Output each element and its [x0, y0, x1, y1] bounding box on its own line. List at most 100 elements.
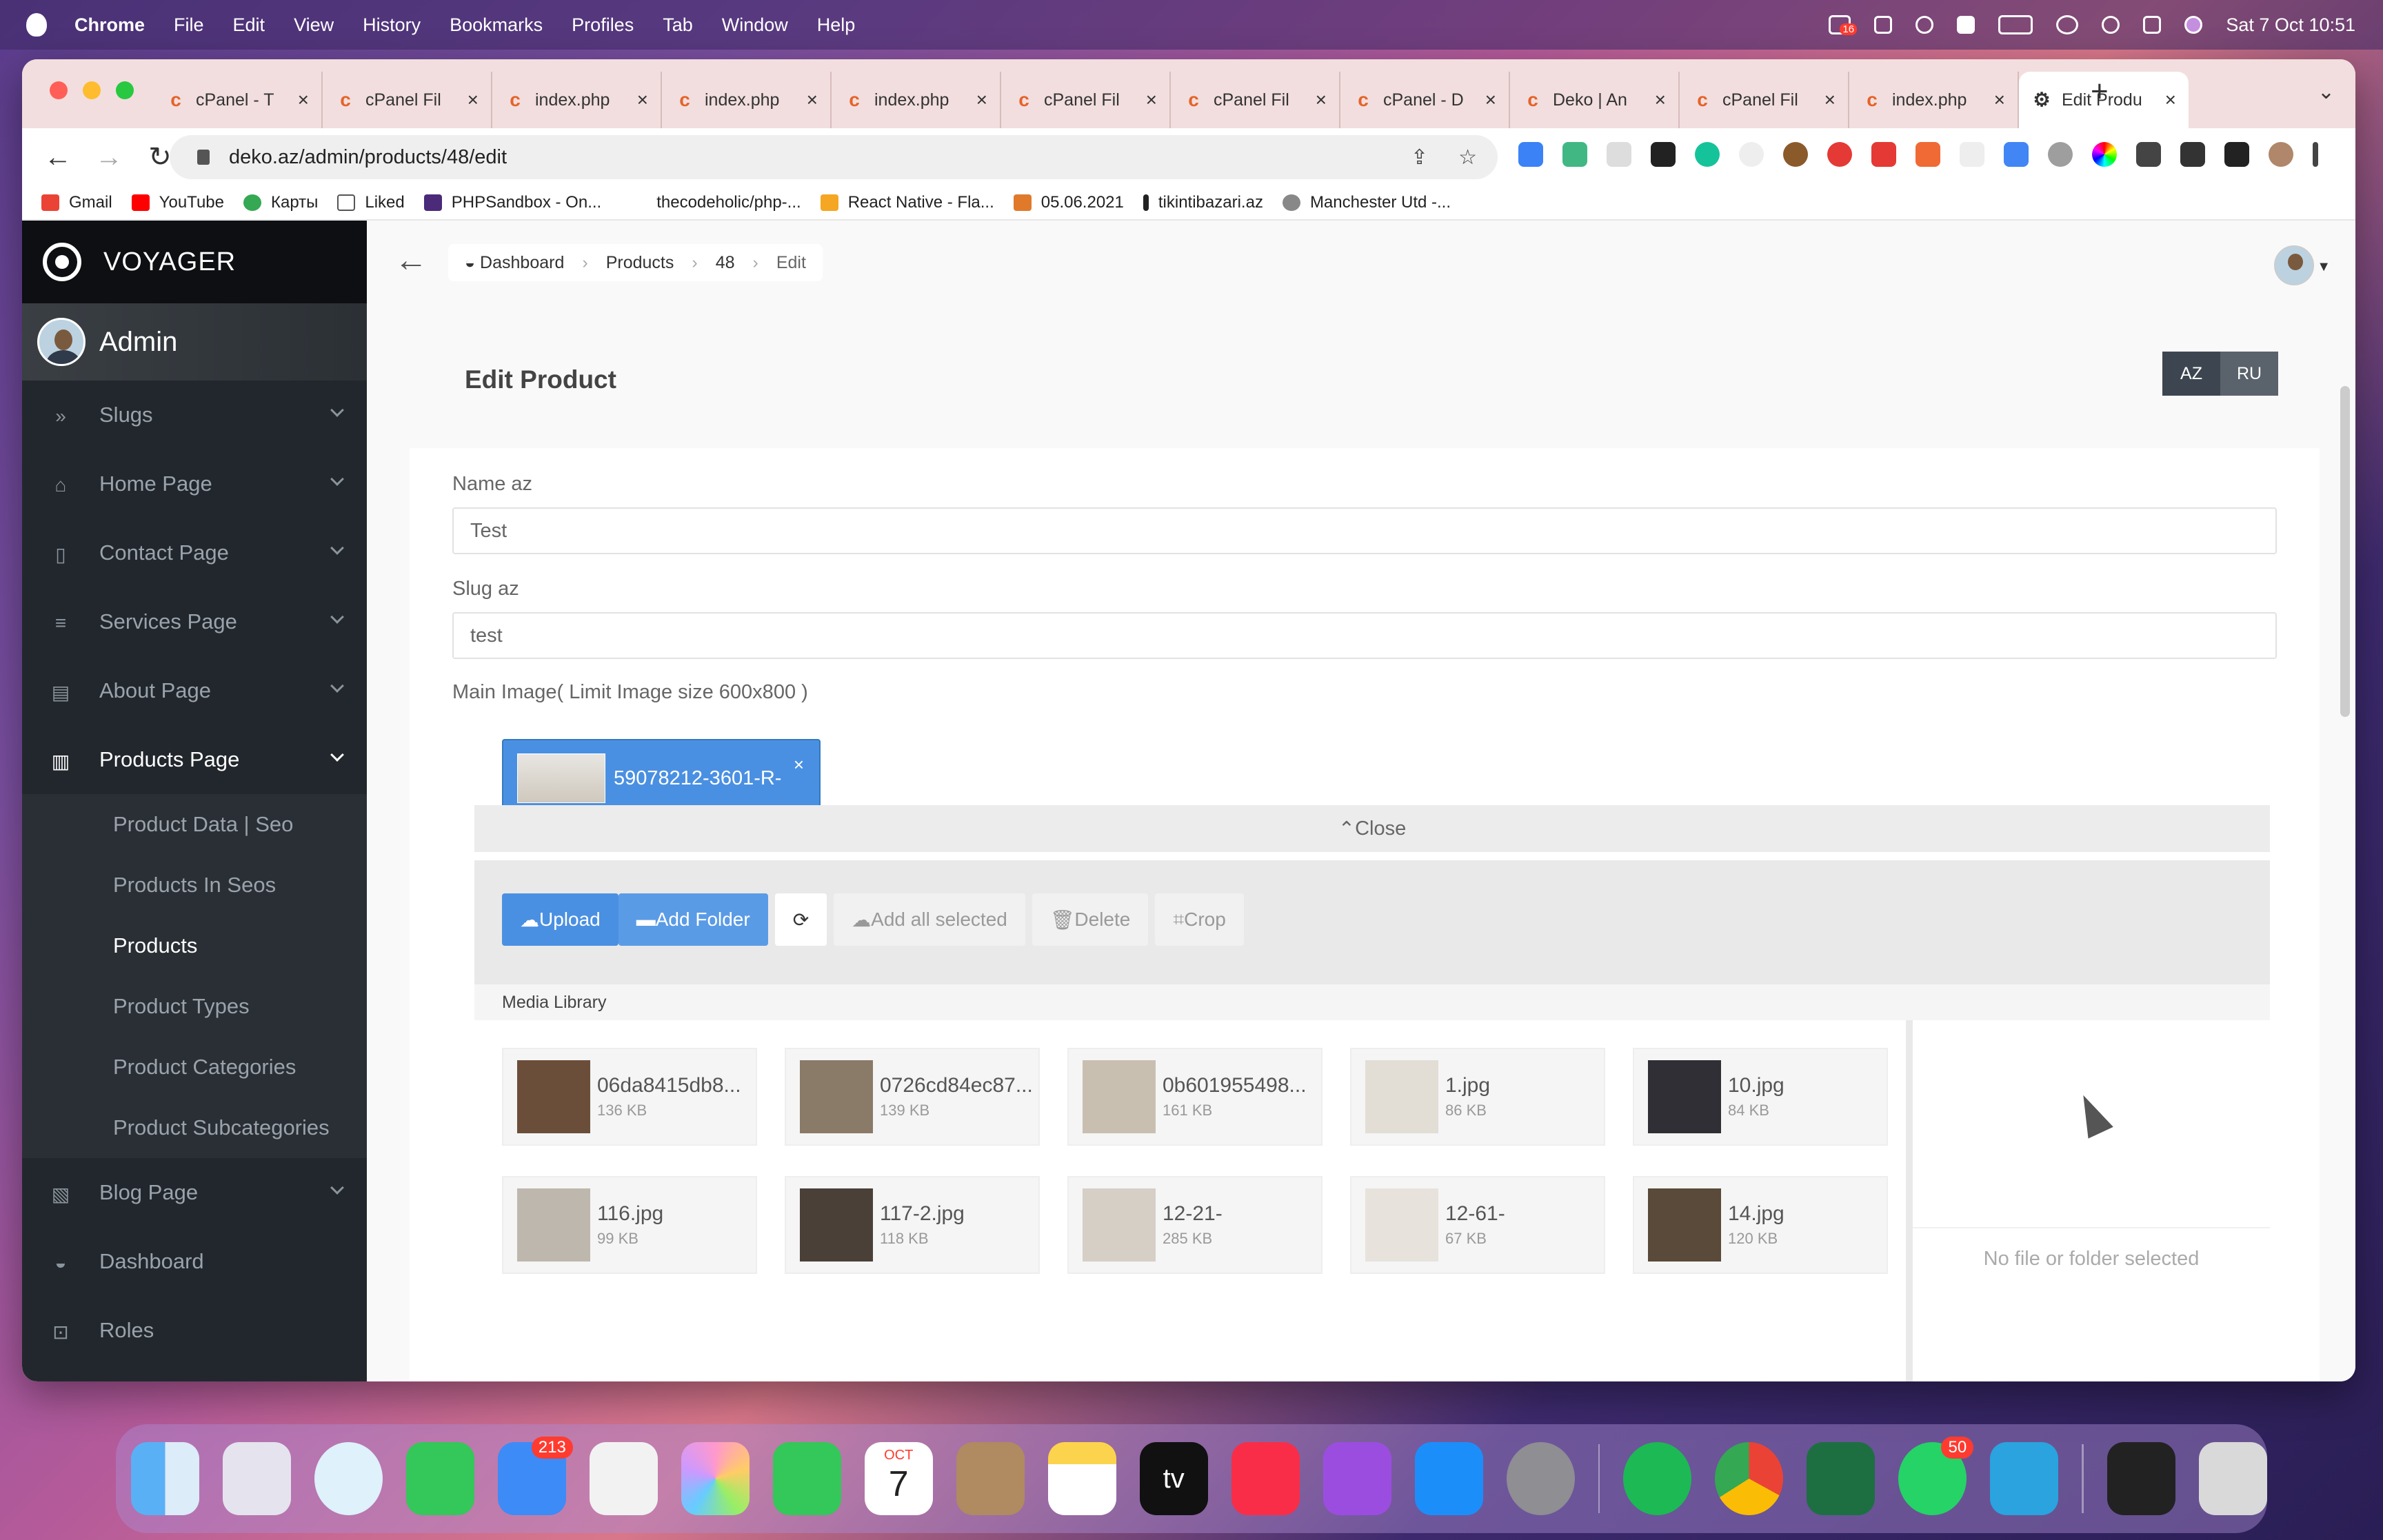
refresh-button[interactable]: ⟳ — [774, 893, 827, 946]
launchpad-icon[interactable] — [222, 1442, 291, 1515]
tab-close-icon[interactable]: × — [467, 89, 479, 111]
menu-view[interactable]: View — [294, 14, 334, 36]
tab-close-icon[interactable]: × — [1316, 89, 1327, 111]
address-bar[interactable]: deko.az/admin/products/48/edit ⇪ ☆ — [170, 135, 1498, 179]
download-icon[interactable] — [2180, 142, 2205, 167]
sidebar-subitem-product-data-seo[interactable]: Product Data | Seo — [22, 794, 367, 855]
new-tab-button[interactable]: + — [2091, 74, 2109, 109]
back-icon[interactable]: ← — [43, 142, 73, 173]
tab-8[interactable]: c cPanel - D × — [1340, 72, 1510, 128]
minimize-window-button[interactable] — [83, 81, 101, 99]
spotify-icon[interactable] — [1623, 1442, 1692, 1515]
remove-image-icon[interactable]: × — [794, 754, 804, 776]
extension-icon-6[interactable] — [1739, 142, 1764, 167]
maximize-window-button[interactable] — [116, 81, 134, 99]
vue-devtools-icon[interactable] — [1562, 142, 1587, 167]
tab-close-icon[interactable]: × — [807, 89, 818, 111]
screen-mirror-icon[interactable] — [2056, 15, 2079, 34]
sidebar-item-home-page[interactable]: ⌂ Home Page — [22, 449, 367, 518]
whatsapp-icon[interactable]: 50 — [1898, 1437, 1974, 1515]
bookmark-star-icon[interactable]: ☆ — [1458, 145, 1477, 170]
tab-close-icon[interactable]: × — [976, 89, 987, 111]
url-text[interactable]: deko.az/admin/products/48/edit — [229, 146, 507, 169]
sidebar-item-dashboard[interactable]: ◒ Dashboard — [22, 1227, 367, 1296]
media-file-card[interactable]: 14.jpg 120 KB — [1633, 1176, 1888, 1274]
kebab-menu-icon[interactable] — [2313, 142, 2318, 167]
sidebar-item-services-page[interactable]: ≡ Services Page — [22, 587, 367, 656]
tab-7[interactable]: c cPanel Fil × — [1171, 72, 1340, 128]
facetime-icon[interactable] — [772, 1442, 841, 1515]
extension-icon-3[interactable] — [1607, 142, 1631, 167]
sidebar-user[interactable]: Admin — [22, 303, 367, 381]
menu-edit[interactable]: Edit — [233, 14, 265, 36]
media-file-card[interactable]: 116.jpg 99 KB — [502, 1176, 757, 1274]
extension-icon-13[interactable] — [2048, 142, 2073, 167]
play-icon[interactable] — [1916, 16, 1934, 34]
bookmark-maps[interactable]: Карты — [243, 193, 318, 212]
tab-close-icon[interactable]: × — [1485, 89, 1496, 111]
tab-2[interactable]: c cPanel Fil × — [323, 72, 492, 128]
menu-history[interactable]: History — [363, 14, 421, 36]
sidebar-item-roles[interactable]: ⊡ Roles — [22, 1296, 367, 1365]
music-icon[interactable] — [1231, 1442, 1300, 1515]
grammarly-icon[interactable] — [1695, 142, 1720, 167]
forward-icon[interactable]: → — [94, 142, 124, 173]
bookmark-gmail[interactable]: Gmail — [41, 193, 112, 212]
json-viewer-icon[interactable] — [1960, 142, 1984, 167]
media-file-card[interactable]: 06da8415db8... 136 KB — [502, 1048, 757, 1146]
bookmark-manutd[interactable]: Manchester Utd -... — [1282, 193, 1451, 212]
sidebar-item-products-page[interactable]: ▥ Products Page — [22, 725, 367, 794]
tab-4[interactable]: c index.php × — [662, 72, 832, 128]
bookmark-thecodeholic[interactable]: thecodeholic/php-... — [656, 193, 801, 212]
notes-icon[interactable] — [1047, 1442, 1116, 1515]
extension-icon-10[interactable] — [1916, 142, 1940, 167]
sidebar-subitem-product-subcategories[interactable]: Product Subcategories — [22, 1097, 367, 1158]
media-close-bar[interactable]: ⌃ Close — [474, 805, 2270, 852]
angular-icon[interactable] — [1651, 142, 1676, 167]
tab-search-chevron-icon[interactable]: ⌄ — [2317, 80, 2335, 104]
chrome-icon[interactable] — [1715, 1442, 1784, 1515]
tab-close-icon[interactable]: × — [1146, 89, 1157, 111]
sidebar-subitem-products[interactable]: Products — [22, 915, 367, 976]
sidebar-item-blog-page[interactable]: ▧ Blog Page — [22, 1158, 367, 1227]
name-input[interactable] — [452, 507, 2277, 554]
app-badge-icon[interactable]: 16 — [1829, 15, 1858, 35]
spotlight-search-icon[interactable] — [2102, 16, 2120, 34]
bookmark-date[interactable]: 05.06.2021 — [1013, 193, 1124, 212]
dropbox-icon[interactable] — [1874, 16, 1893, 34]
keyboard-input-icon[interactable] — [1957, 16, 1975, 34]
photos-icon[interactable] — [681, 1442, 750, 1515]
close-window-button[interactable] — [50, 81, 68, 99]
add-folder-button[interactable]: ▬ Add Folder — [618, 893, 768, 946]
media-file-card[interactable]: 1.jpg 86 KB — [1350, 1048, 1605, 1146]
media-file-card[interactable]: 117-2.jpg 118 KB — [785, 1176, 1040, 1274]
media-file-card[interactable]: 10.jpg 84 KB — [1633, 1048, 1888, 1146]
media-file-card[interactable]: 12-21- 285 KB — [1067, 1176, 1323, 1274]
battery-icon[interactable] — [1998, 15, 2033, 34]
side-panel-icon[interactable] — [2224, 142, 2249, 167]
tab-close-icon[interactable]: × — [637, 89, 648, 111]
menu-app[interactable]: Chrome — [74, 14, 145, 36]
tab-10[interactable]: c cPanel Fil × — [1680, 72, 1849, 128]
tab-close-icon[interactable]: × — [2165, 89, 2176, 111]
color-picker-icon[interactable] — [2092, 142, 2117, 167]
finder-icon[interactable] — [131, 1442, 199, 1515]
slug-input[interactable] — [452, 612, 2277, 659]
lang-az-button[interactable]: AZ — [2162, 352, 2220, 396]
page-scrollbar[interactable] — [2340, 386, 2350, 717]
upload-button[interactable]: ☁ Upload — [502, 893, 619, 946]
tab-1[interactable]: c cPanel - T × — [153, 72, 323, 128]
breadcrumb-products[interactable]: Products — [606, 253, 674, 273]
tab-11[interactable]: c index.php × — [1849, 72, 2019, 128]
bookmark-tikintibazari[interactable]: tikintibazari.az — [1143, 193, 1263, 212]
tab-3[interactable]: c index.php × — [492, 72, 662, 128]
control-center-icon[interactable] — [2143, 16, 2162, 34]
podcasts-icon[interactable] — [1323, 1442, 1391, 1515]
telegram-icon[interactable] — [1990, 1442, 2059, 1515]
sidebar-item-about-page[interactable]: ▤ About Page — [22, 656, 367, 725]
sidebar-subitem-product-types[interactable]: Product Types — [22, 976, 367, 1037]
messages-icon[interactable] — [405, 1442, 474, 1515]
safari-icon[interactable] — [314, 1442, 383, 1515]
puzzle-icon[interactable] — [2136, 142, 2161, 167]
media-file-card[interactable]: 12-61- 67 KB — [1350, 1176, 1605, 1274]
